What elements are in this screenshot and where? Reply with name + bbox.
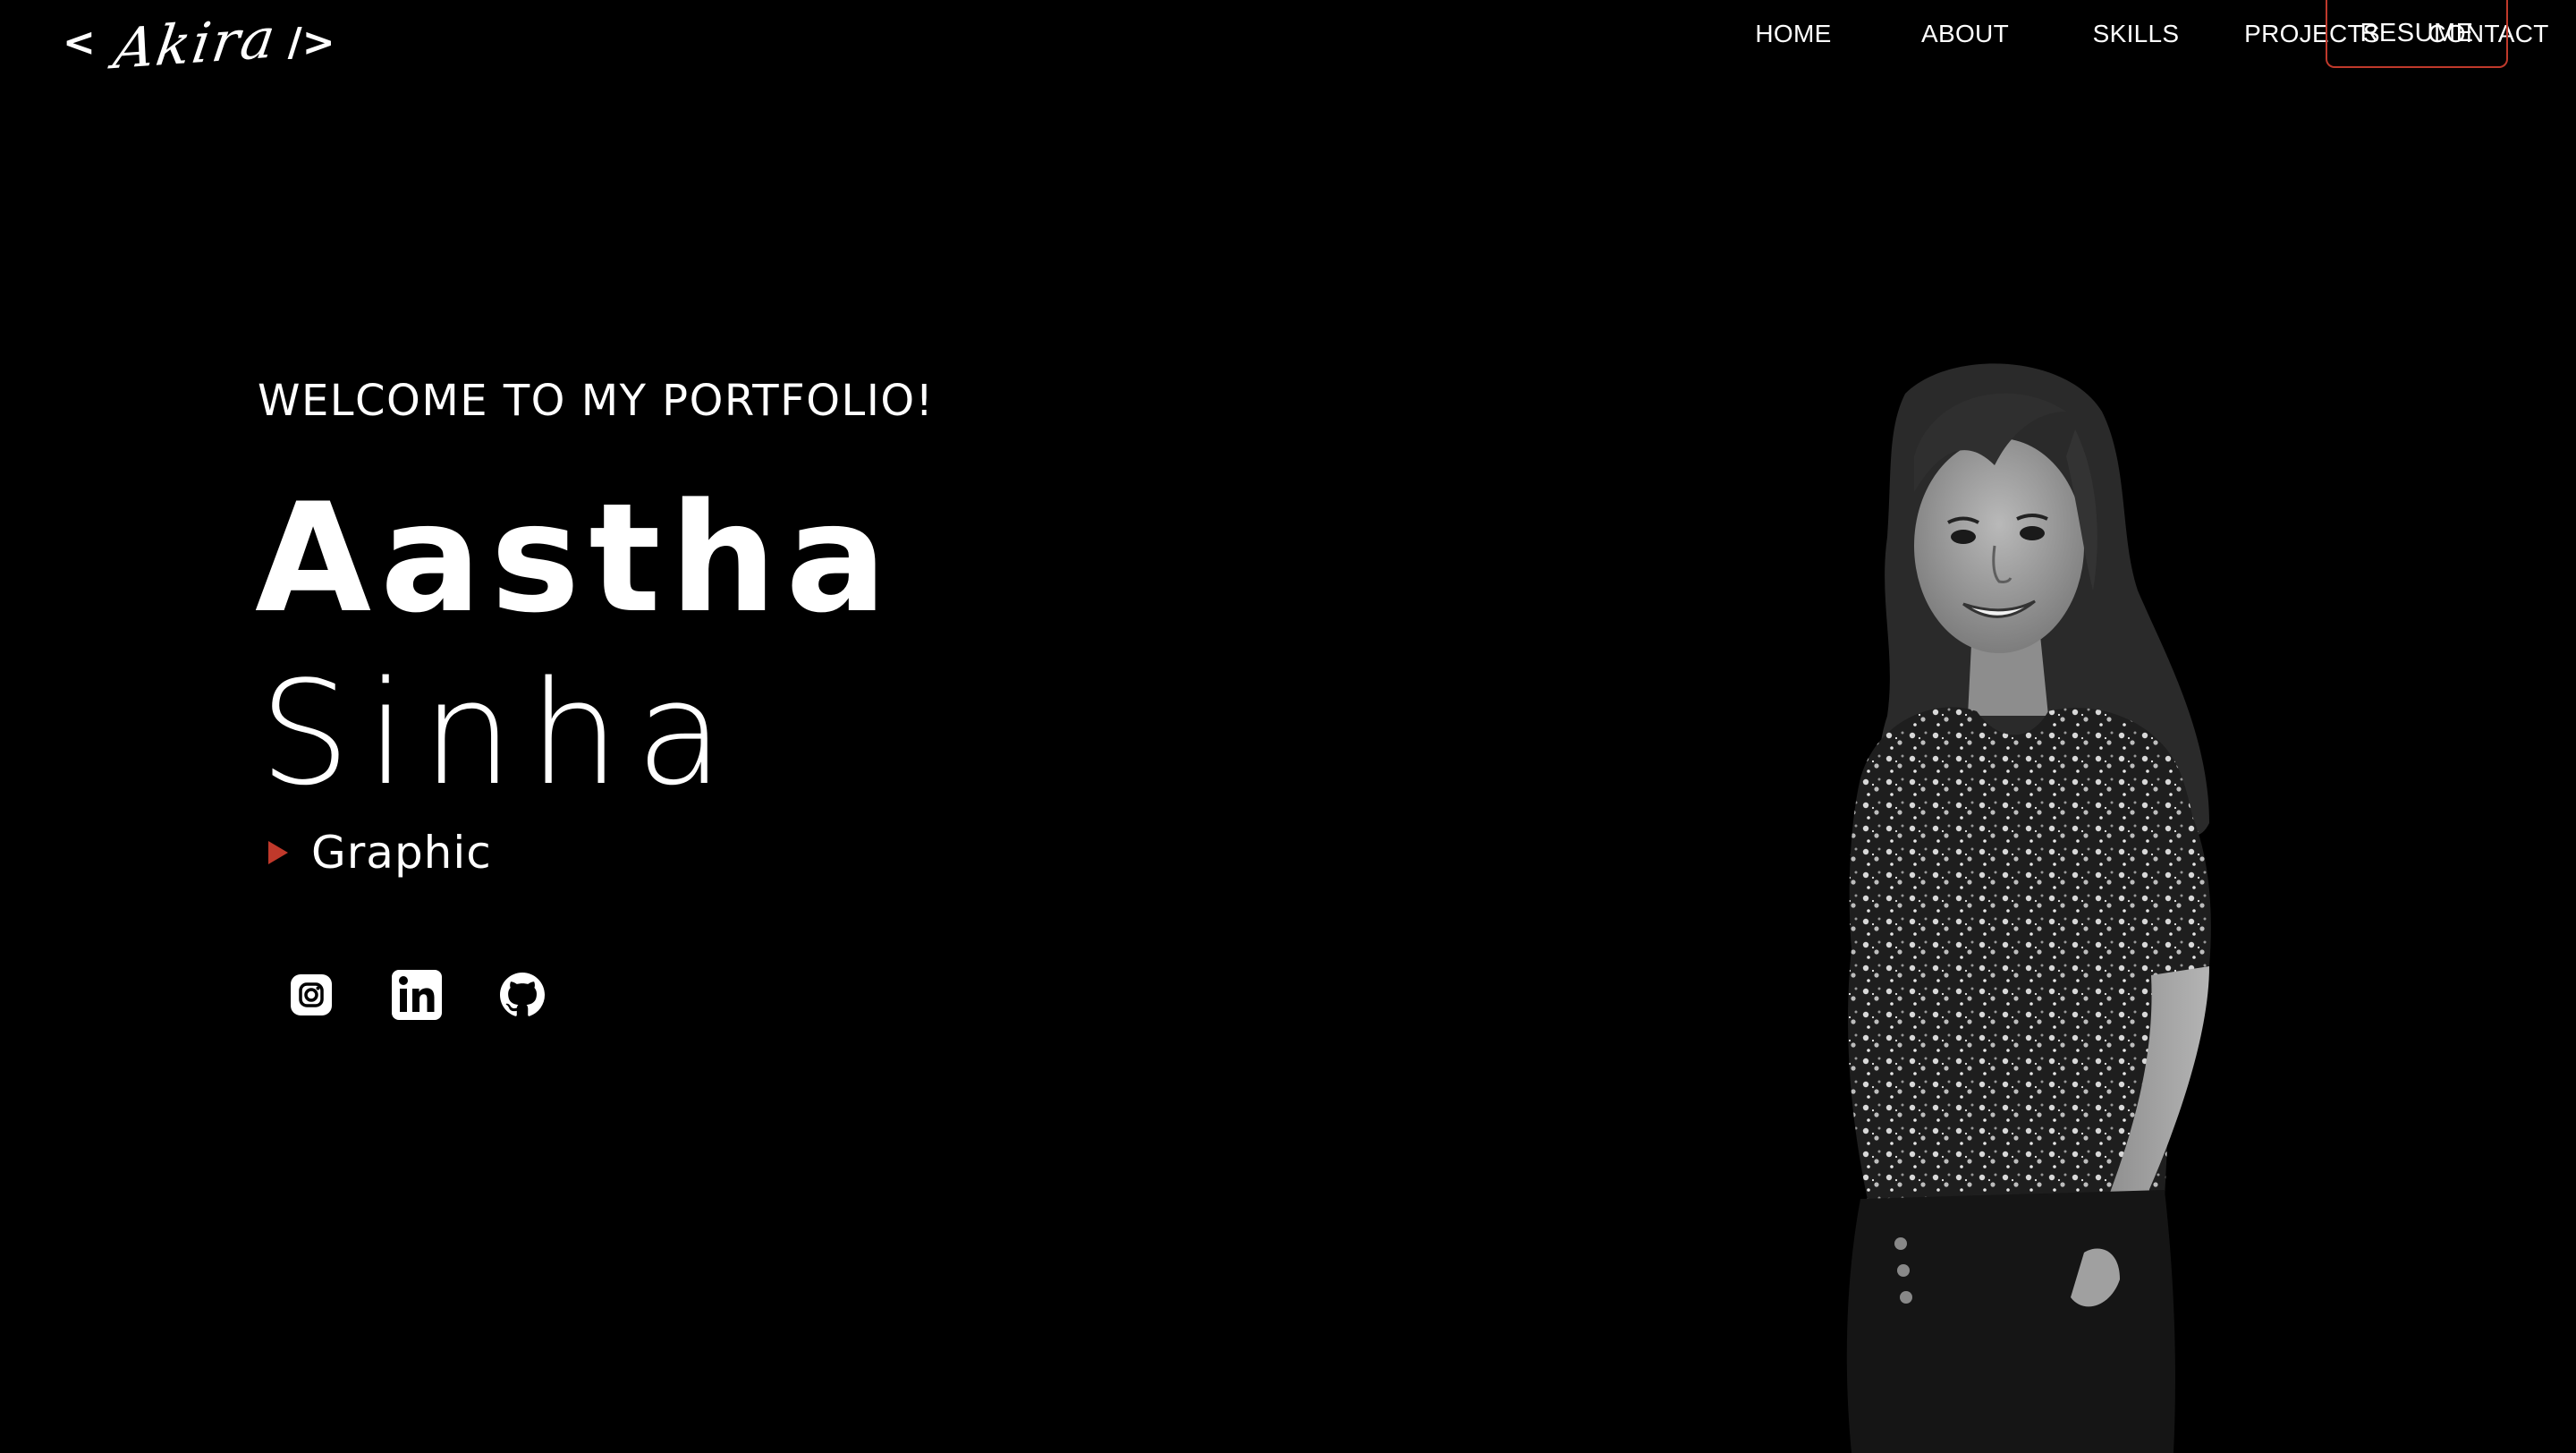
role-line: Graphic: [268, 830, 492, 875]
resume-button[interactable]: RESUME: [2326, 0, 2508, 68]
linkedin-icon[interactable]: [390, 968, 444, 1022]
logo-open-bracket: <: [63, 20, 96, 65]
github-icon[interactable]: [496, 968, 549, 1022]
main-nav: HOME ABOUT SKILLS PROJECTS CONTACT RESUM…: [1413, 0, 2576, 70]
first-name: Aastha: [255, 471, 896, 646]
last-name: Sinha: [259, 650, 740, 817]
logo-signature: Akira: [109, 4, 281, 81]
instagram-icon[interactable]: [284, 968, 338, 1022]
logo[interactable]: < Akira />: [63, 4, 335, 81]
nav-about[interactable]: ABOUT: [1921, 20, 2009, 48]
play-arrow-icon: [268, 841, 288, 864]
role-text: Graphic: [311, 827, 492, 879]
social-links: [284, 968, 601, 1022]
nav-skills[interactable]: SKILLS: [2093, 20, 2180, 48]
portrait-image: [1744, 358, 2317, 1453]
logo-close-bracket: />: [287, 20, 335, 65]
welcome-heading: WELCOME TO MY PORTFOLIO!: [258, 376, 935, 426]
nav-home[interactable]: HOME: [1755, 20, 1831, 48]
